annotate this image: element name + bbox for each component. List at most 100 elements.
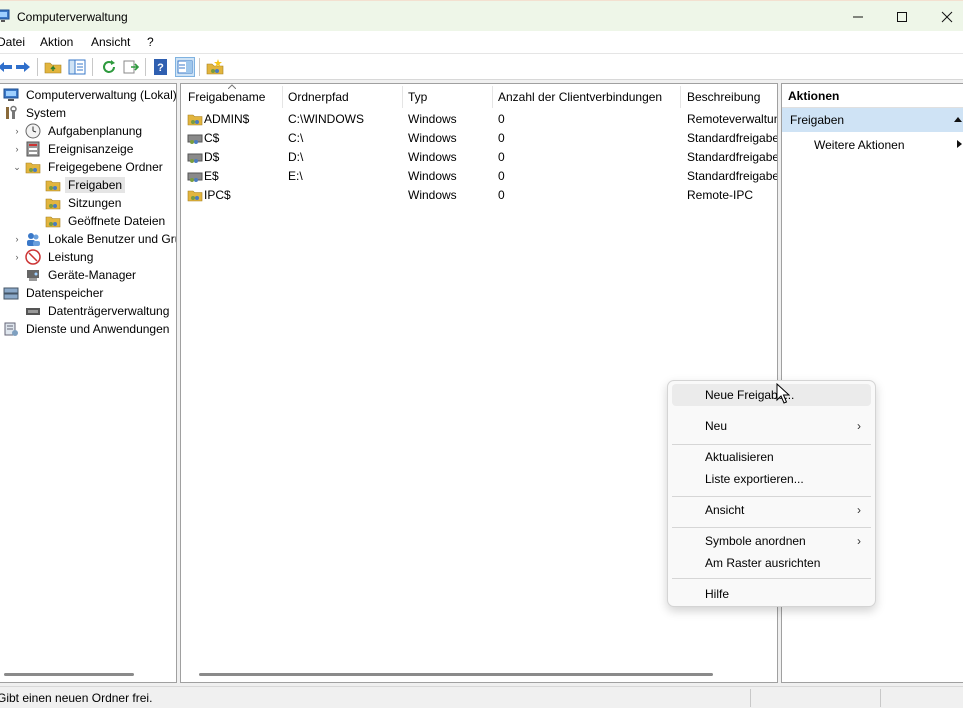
table-row[interactable]: ADMIN$ C:\WINDOWS Windows 0 Remoteverwal…	[181, 110, 778, 129]
table-row[interactable]: D$ D:\ Windows 0 Standardfreigabe	[181, 148, 778, 167]
tree-item-geraete-manager[interactable]: Geräte-Manager	[12, 266, 139, 284]
tree-item-leistung[interactable]: › Leistung	[12, 248, 96, 266]
menu-datei[interactable]: Datei	[0, 35, 25, 49]
tree-item-aufgabenplanung[interactable]: › Aufgabenplanung	[12, 122, 145, 140]
mouse-cursor-icon	[776, 383, 790, 404]
list-horizontal-scrollbar[interactable]	[199, 673, 713, 676]
menu-help[interactable]: ?	[147, 35, 154, 49]
list-header: Freigabename Ordnerpfad Typ Anzahl der C…	[181, 84, 777, 110]
shared-folder-icon	[45, 180, 61, 192]
shared-drive-icon	[187, 172, 203, 182]
menu-item-am-raster-ausrichten[interactable]: Am Raster ausrichten	[672, 552, 871, 574]
close-button[interactable]	[924, 1, 963, 32]
title-bar[interactable]: Computerverwaltung	[0, 0, 963, 31]
cell-description: Standardfreigabe	[687, 131, 778, 145]
tree-horizontal-scrollbar[interactable]	[4, 673, 134, 676]
export-list-icon[interactable]	[122, 58, 140, 76]
tools-icon	[6, 105, 17, 119]
menu-item-liste-exportieren[interactable]: Liste exportieren...	[672, 468, 871, 490]
window-title: Computerverwaltung	[17, 10, 128, 24]
shared-folder-icon	[45, 198, 61, 210]
column-ordnerpfad[interactable]: Ordnerpfad	[288, 90, 398, 104]
tree-item-datentraegerverwaltung[interactable]: Datenträgerverwaltung	[12, 302, 172, 320]
event-viewer-icon	[26, 141, 40, 157]
chevron-right-icon[interactable]: ›	[12, 252, 22, 262]
submenu-arrow-icon	[957, 140, 962, 148]
tree-item-lokale-benutzer[interactable]: › Lokale Benutzer und Gruppen	[12, 230, 176, 248]
cell-path: C:\	[288, 131, 304, 145]
menu-separator	[672, 444, 871, 445]
menu-item-neue-freigabe[interactable]: Neue Freigabe...	[672, 384, 871, 406]
menu-item-neu[interactable]: Neu ›	[672, 415, 871, 437]
status-bar: Gibt einen neuen Ordner frei.	[0, 686, 963, 708]
computer-management-window: Computerverwaltung Datei Aktion Ansicht …	[0, 0, 963, 708]
forward-arrow-icon[interactable]	[14, 58, 32, 76]
computer-management-icon	[0, 9, 10, 22]
column-clientverbindungen[interactable]: Anzahl der Clientverbindungen	[498, 90, 673, 104]
menu-separator	[672, 578, 871, 579]
maximize-icon	[897, 11, 907, 22]
tree-item-freigaben[interactable]: Freigaben	[45, 176, 126, 194]
table-row[interactable]: E$ E:\ Windows 0 Standardfreigabe	[181, 167, 778, 186]
shared-folder-icon	[45, 216, 61, 228]
table-row[interactable]: IPC$ Windows 0 Remote-IPC	[181, 186, 777, 205]
chevron-down-icon[interactable]: ⌄	[12, 162, 22, 172]
performance-icon	[25, 249, 41, 265]
cell-clients: 0	[498, 169, 505, 183]
table-row[interactable]: C$ C:\ Windows 0 Standardfreigabe	[181, 129, 778, 148]
services-icon	[4, 322, 18, 336]
back-arrow-icon[interactable]	[0, 58, 14, 76]
up-folder-icon[interactable]	[44, 58, 62, 76]
actions-header: Aktionen	[782, 84, 963, 108]
tree-item-freigegebene-ordner[interactable]: ⌄ Freigegebene Ordner	[12, 158, 166, 176]
menu-item-symbole-anordnen[interactable]: Symbole anordnen ›	[672, 530, 871, 552]
chevron-right-icon: ›	[857, 419, 861, 433]
minimize-button[interactable]	[835, 1, 881, 32]
device-manager-icon	[27, 270, 39, 281]
storage-icon	[3, 287, 19, 300]
cell-description: Remoteverwaltung	[687, 112, 778, 126]
cell-type: Windows	[408, 112, 457, 126]
tree-item-computerverwaltung[interactable]: Computerverwaltung (Lokal)	[0, 86, 176, 104]
cell-name: D$	[204, 150, 220, 164]
tree-item-ereignisanzeige[interactable]: › Ereignisanzeige	[12, 140, 136, 158]
refresh-icon[interactable]	[100, 58, 118, 76]
shared-drive-icon	[187, 134, 203, 144]
status-text: Gibt einen neuen Ordner frei.	[0, 691, 153, 705]
tree-item-sitzungen[interactable]: Sitzungen	[45, 194, 124, 212]
column-beschreibung[interactable]: Beschreibung	[687, 90, 777, 104]
menu-aktion[interactable]: Aktion	[40, 35, 73, 49]
tree-item-geoeffnete-dateien[interactable]: Geöffnete Dateien	[45, 212, 168, 230]
help-icon[interactable]: ?	[152, 58, 170, 76]
cell-clients: 0	[498, 131, 505, 145]
console-tree: Computerverwaltung (Lokal) ⌄ System › Au…	[0, 83, 177, 683]
disk-icon	[26, 308, 40, 315]
tree-item-dienste-anwendungen[interactable]: › Dienste und Anwendungen	[0, 320, 172, 338]
chevron-right-icon[interactable]: ›	[12, 144, 22, 154]
menu-ansicht[interactable]: Ansicht	[91, 35, 130, 49]
column-freigabename[interactable]: Freigabename	[188, 90, 278, 104]
new-share-icon[interactable]	[206, 58, 224, 76]
chevron-right-icon[interactable]: ›	[12, 126, 22, 136]
actions-more-item[interactable]: Weitere Aktionen	[782, 132, 963, 156]
show-hide-action-pane-icon[interactable]	[175, 57, 195, 77]
column-typ[interactable]: Typ	[408, 90, 488, 104]
show-hide-tree-icon[interactable]	[68, 58, 86, 76]
menu-item-hilfe[interactable]: Hilfe	[672, 583, 871, 605]
toolbar: ?	[0, 53, 963, 80]
maximize-button[interactable]	[879, 1, 925, 32]
cell-path: D:\	[288, 150, 304, 164]
cell-clients: 0	[498, 150, 505, 164]
menu-item-aktualisieren[interactable]: Aktualisieren	[672, 446, 871, 468]
cell-description: Standardfreigabe	[687, 150, 778, 164]
chevron-right-icon[interactable]: ›	[12, 234, 22, 244]
cell-name: IPC$	[204, 188, 231, 202]
close-icon	[941, 11, 953, 22]
tree-item-system[interactable]: ⌄ System	[0, 104, 69, 122]
chevron-right-icon: ›	[857, 534, 861, 548]
collapse-up-icon[interactable]	[954, 116, 962, 122]
actions-section-freigaben[interactable]: Freigaben	[782, 108, 963, 132]
tree-item-datenspeicher[interactable]: ⌄ Datenspeicher	[0, 284, 106, 302]
menu-item-ansicht[interactable]: Ansicht ›	[672, 499, 871, 521]
cell-description: Standardfreigabe	[687, 169, 778, 183]
